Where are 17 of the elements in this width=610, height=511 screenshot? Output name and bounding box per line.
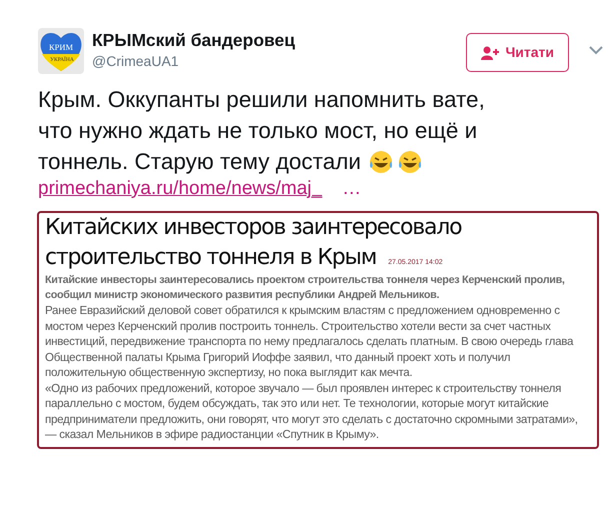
article-lead: Китайские инвесторы заинтересовались проектом строительства тоннеля через Керченский пролив, сообщил министр экономического развития республики Андрей Мельников. xyxy=(45,273,566,303)
link-ellipsis[interactable]: … xyxy=(342,177,362,201)
link[interactable]: primechaniya.ru/home/news/maj_ xyxy=(38,177,322,201)
add-person-icon xyxy=(481,46,500,60)
article-headline: строительство тоннеля в Крым xyxy=(45,244,376,272)
laughing-emoji-icon xyxy=(396,148,423,174)
article-paragraph: «Одно из рабочих предложений, которое звучало — был проявлен интерес к строительству тоннеля параллельно с мостом, будем обсуждать, так это или нет. Те технологии, которые могут китайские предприниматели предложить, они говорят, что могут это сделать с достаточно скромными затратами», — сказал Мельников в эфире радиостанции «Спутник в Крыму». xyxy=(45,380,579,442)
article-headline: Китайских инвесторов заинтересовало xyxy=(45,214,462,242)
tweet-text: Крым. Оккупанты решили напомнить вате, xyxy=(38,86,485,114)
article-paragraph: Ранее Евразийский деловой совет обратился к крымским властям с предложением одновременно с мостом через Керченский пролив построить тоннель. Строительство хотели вести за счет частных инвестиций, передвижение транспорта по нему предлагалось сделать платным. В свою очередь глава Общественной палаты Крыма Григорий Иоффе заявил, что данный проект хоть и получил положительную общественную экспертизу, но пока выглядит как мечта. xyxy=(45,303,574,380)
follow-button[interactable]: Читати xyxy=(466,33,569,72)
author-handle[interactable]: @CrimeaUA1 xyxy=(92,51,296,72)
chevron-down-icon[interactable] xyxy=(589,46,603,55)
laughing-emoji-icon xyxy=(368,148,394,174)
tweet-text: что нужно ждать не только мост, но ещё и xyxy=(38,117,478,145)
tweet-text: тоннель. Старую тему достали xyxy=(38,148,361,176)
author-name[interactable]: КРЫМский бандеровец xyxy=(92,30,296,51)
